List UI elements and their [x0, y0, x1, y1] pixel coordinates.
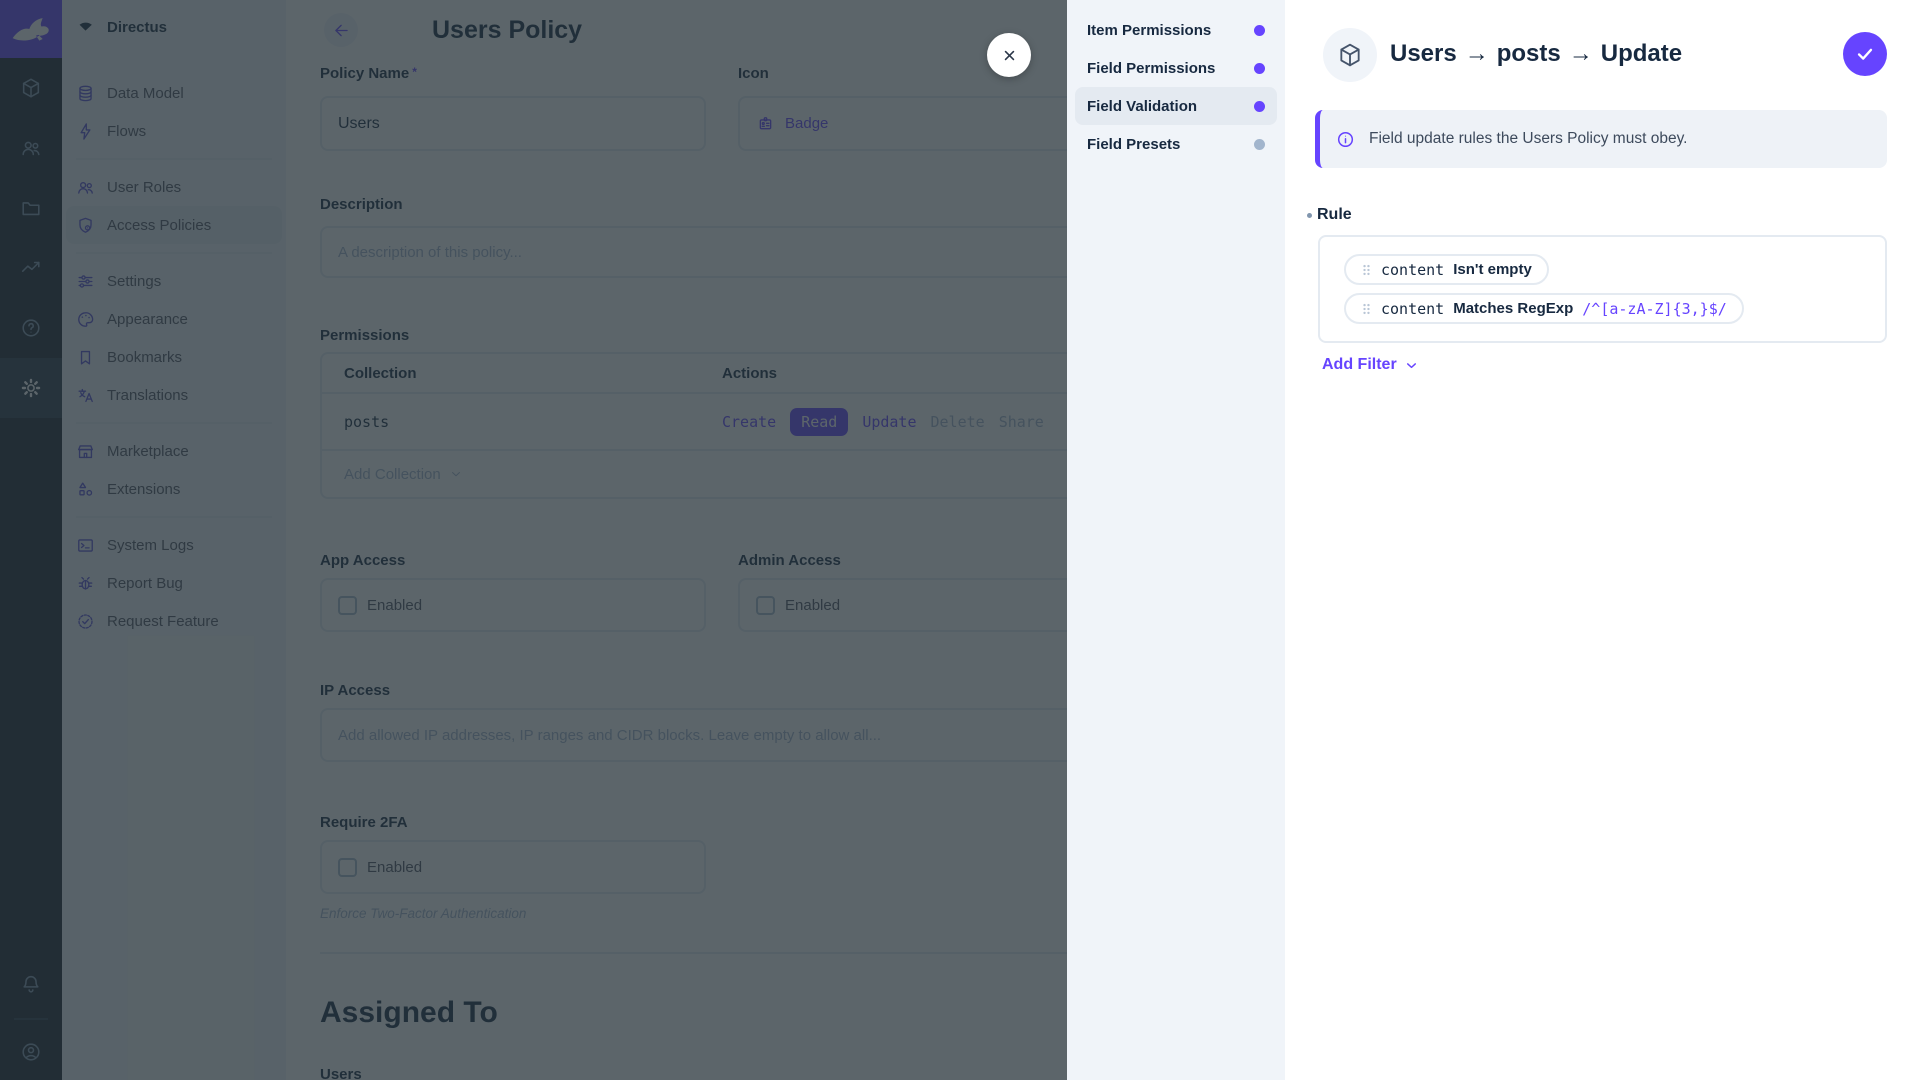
drawer-title-action: Update: [1601, 40, 1682, 67]
tab-field-presets[interactable]: Field Presets: [1075, 125, 1277, 163]
close-drawer-button[interactable]: [987, 33, 1031, 77]
filter-operator[interactable]: Isn't empty: [1453, 261, 1532, 278]
tab-field-validation[interactable]: Field Validation: [1075, 87, 1277, 125]
rule-field-label: Rule: [1307, 206, 1352, 224]
save-button[interactable]: [1843, 32, 1887, 76]
rule-filter-box: content Isn't empty content Matches RegE…: [1318, 235, 1887, 343]
drawer-title-policy: Users: [1390, 40, 1457, 67]
edited-dot: [1307, 213, 1312, 218]
directus-app: Directus Data Model Flows User Rol: [0, 0, 1920, 1080]
drawer-panel: Users → posts → Update Field update rules th…: [1285, 0, 1920, 1080]
status-dot: [1254, 63, 1265, 74]
drawer-title-collection: posts: [1497, 40, 1561, 67]
arrow-separator: →: [1569, 40, 1593, 67]
drawer-title: Users → posts → Update: [1390, 40, 1682, 68]
add-filter-button[interactable]: Add Filter: [1322, 356, 1419, 374]
arrow-separator: →: [1465, 40, 1489, 67]
tab-field-permissions[interactable]: Field Permissions: [1075, 49, 1277, 87]
close-icon: [1000, 46, 1019, 65]
modal-overlay[interactable]: [0, 0, 1067, 1080]
box-icon: [1337, 42, 1363, 68]
info-icon: [1336, 130, 1355, 149]
drag-handle-icon[interactable]: [1361, 301, 1372, 317]
drawer-header-avatar: [1323, 28, 1377, 82]
banner-text: Field update rules the Users Policy must…: [1369, 130, 1687, 148]
tab-item-permissions[interactable]: Item Permissions: [1075, 11, 1277, 49]
filter-rule[interactable]: content Matches RegExp /^[a-zA-Z]{3,}$/: [1344, 293, 1744, 324]
status-dot: [1254, 139, 1265, 150]
filter-rule[interactable]: content Isn't empty: [1344, 254, 1549, 285]
drawer-sidebar: Item Permissions Field Permissions Field…: [1067, 0, 1285, 1080]
status-dot: [1254, 101, 1265, 112]
status-dot: [1254, 25, 1265, 36]
info-banner: Field update rules the Users Policy must…: [1315, 110, 1887, 168]
drag-handle-icon[interactable]: [1361, 262, 1372, 278]
filter-field[interactable]: content: [1381, 261, 1444, 279]
check-icon: [1854, 43, 1876, 65]
chevron-down-icon: [1404, 358, 1419, 373]
filter-field[interactable]: content: [1381, 300, 1444, 318]
filter-value[interactable]: /^[a-zA-Z]{3,}$/: [1582, 300, 1727, 318]
filter-operator[interactable]: Matches RegExp: [1453, 300, 1573, 317]
